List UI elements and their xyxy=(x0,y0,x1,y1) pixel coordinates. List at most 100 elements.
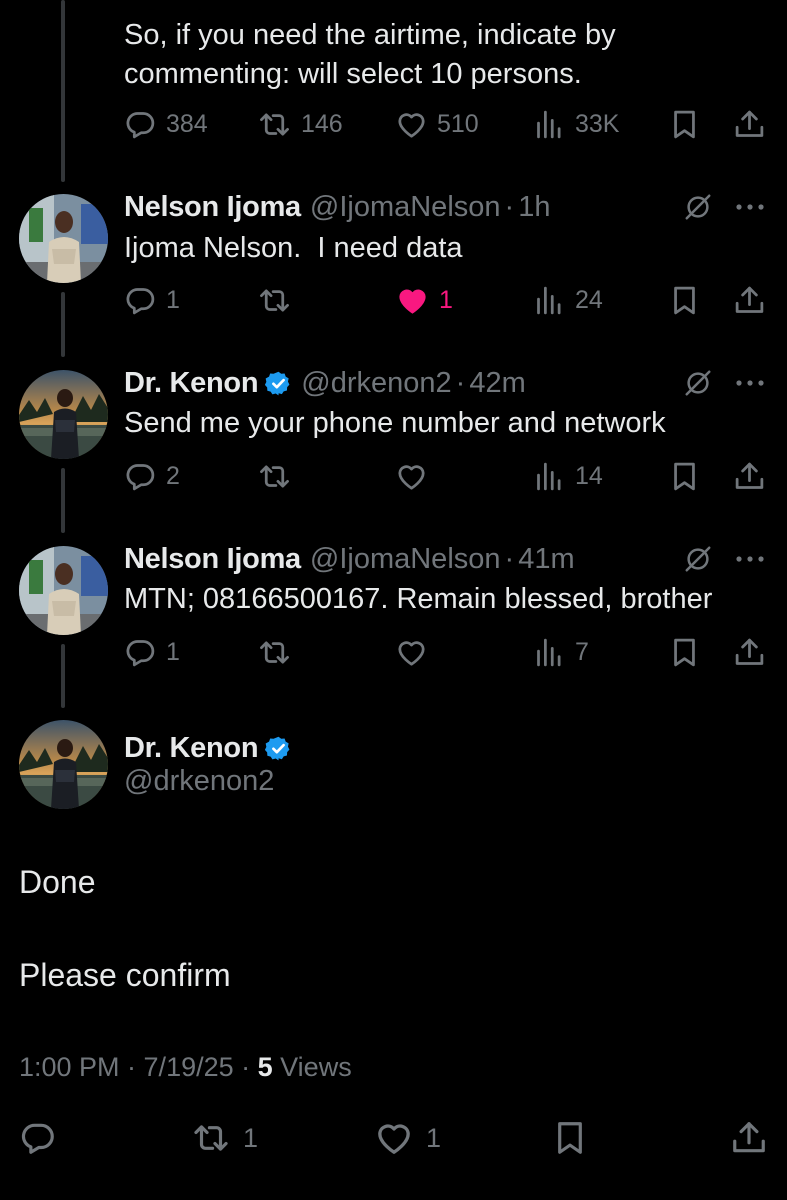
author-handle[interactable]: @drkenon2 xyxy=(124,765,274,798)
views-icon xyxy=(533,460,566,493)
author-name[interactable]: Nelson Ijoma xyxy=(124,543,301,576)
views-label: Views xyxy=(272,1052,352,1082)
like-icon xyxy=(374,1118,414,1158)
like-button[interactable] xyxy=(395,635,428,669)
separator-dot: · xyxy=(504,542,515,575)
author-name[interactable]: Nelson Ijoma xyxy=(124,191,301,224)
separator-dot: · xyxy=(504,190,515,223)
bookmark-button[interactable] xyxy=(668,459,701,493)
views-button[interactable]: 7 xyxy=(533,635,589,669)
like-button[interactable]: 1 xyxy=(374,1118,441,1158)
timestamp[interactable]: 42m xyxy=(469,367,525,400)
author-handle[interactable]: @drkenon2 xyxy=(301,367,451,400)
share-button[interactable] xyxy=(730,1118,768,1158)
views-count: 14 xyxy=(575,461,603,490)
repost-icon xyxy=(257,460,292,493)
views-button[interactable]: 24 xyxy=(533,283,603,317)
views-button[interactable]: 33K xyxy=(533,107,619,141)
share-button[interactable] xyxy=(733,107,766,141)
views-icon xyxy=(533,108,566,141)
share-button[interactable] xyxy=(733,459,766,493)
reply-header: Nelson Ijoma @IjomaNelson · 1h xyxy=(124,189,550,225)
reply-icon xyxy=(124,460,157,493)
share-icon xyxy=(733,284,766,317)
share-icon xyxy=(733,636,766,669)
bookmark-icon xyxy=(668,636,701,669)
more-icon[interactable] xyxy=(735,553,765,565)
reply-button[interactable] xyxy=(19,1118,57,1158)
bookmark-button[interactable] xyxy=(668,107,701,141)
repost-icon xyxy=(257,284,292,317)
like-icon xyxy=(395,460,428,493)
like-icon xyxy=(395,283,430,318)
author-handle[interactable]: @IjomaNelson xyxy=(310,191,501,224)
focal-text-paragraph-1: Done xyxy=(19,864,96,900)
bookmark-icon xyxy=(551,1119,589,1157)
views-button[interactable]: 14 xyxy=(533,459,603,493)
timestamp[interactable]: 1:00 PM · 7/19/25 · xyxy=(19,1052,258,1082)
repost-button[interactable] xyxy=(257,283,292,317)
grok-icon[interactable] xyxy=(683,368,713,398)
bookmark-icon xyxy=(668,284,701,317)
parent-tweet-text-line-1: So, if you need the airtime, indicate by xyxy=(124,19,616,51)
like-icon xyxy=(395,108,428,141)
bookmark-button[interactable] xyxy=(551,1118,589,1158)
grok-icon[interactable] xyxy=(683,192,713,222)
reply-button[interactable]: 384 xyxy=(124,107,208,141)
avatar[interactable] xyxy=(19,546,108,635)
like-button[interactable]: 1 xyxy=(395,283,453,317)
like-button[interactable] xyxy=(395,459,428,493)
reply-icon xyxy=(124,284,157,317)
bookmark-button[interactable] xyxy=(668,635,701,669)
views-icon xyxy=(533,636,566,669)
repost-button[interactable]: 146 xyxy=(257,107,343,141)
avatar[interactable] xyxy=(19,370,108,459)
verified-badge-icon xyxy=(265,370,292,397)
like-count: 1 xyxy=(426,1122,442,1153)
share-button[interactable] xyxy=(733,283,766,317)
avatar[interactable] xyxy=(19,720,108,809)
reply-text: Ijoma Nelson. I need data xyxy=(124,232,463,264)
reply-button[interactable]: 1 xyxy=(124,283,180,317)
reply-count: 1 xyxy=(166,285,180,314)
repost-button[interactable] xyxy=(257,635,292,669)
verified-badge-icon xyxy=(265,735,292,762)
more-icon[interactable] xyxy=(735,201,765,213)
avatar[interactable] xyxy=(19,194,108,283)
reply-button[interactable]: 1 xyxy=(124,635,180,669)
tweet-meta: 1:00 PM · 7/19/25 · 5 Views xyxy=(19,1052,352,1083)
parent-tweet-text-line-2: commenting: will select 10 persons. xyxy=(124,58,582,90)
timestamp[interactable]: 41m xyxy=(518,543,574,576)
repost-icon xyxy=(257,108,292,141)
author-handle[interactable]: @IjomaNelson xyxy=(310,543,501,576)
share-button[interactable] xyxy=(733,635,766,669)
reply-count: 1 xyxy=(166,637,180,666)
repost-count: 146 xyxy=(301,109,343,138)
share-icon xyxy=(733,460,766,493)
reply-button[interactable]: 2 xyxy=(124,459,180,493)
reply-count: 2 xyxy=(166,461,180,490)
reply-header: Dr. Kenon @drkenon2 · 42m xyxy=(124,365,526,401)
thread-line xyxy=(61,468,65,533)
bookmark-icon xyxy=(668,460,701,493)
reply-text: MTN; 08166500167. Remain blessed, brothe… xyxy=(124,583,713,615)
separator-dot: · xyxy=(455,366,466,399)
reply-header: Nelson Ijoma @IjomaNelson · 41m xyxy=(124,541,575,577)
author-name[interactable]: Dr. Kenon xyxy=(124,732,259,765)
grok-icon[interactable] xyxy=(683,544,713,574)
repost-button[interactable]: 1 xyxy=(191,1118,258,1158)
repost-button[interactable] xyxy=(257,459,292,493)
focal-text-paragraph-2: Please confirm xyxy=(19,957,231,993)
timestamp[interactable]: 1h xyxy=(518,191,550,224)
thread-line xyxy=(61,292,65,357)
reply-text: Send me your phone number and network xyxy=(124,407,666,439)
views-count: 7 xyxy=(575,637,589,666)
bookmark-button[interactable] xyxy=(668,283,701,317)
author-name[interactable]: Dr. Kenon xyxy=(124,367,259,400)
reply-icon xyxy=(19,1119,57,1157)
repost-icon xyxy=(191,1119,231,1157)
bookmark-icon xyxy=(668,108,701,141)
like-button[interactable]: 510 xyxy=(395,107,479,141)
more-icon[interactable] xyxy=(735,377,765,389)
thread-line xyxy=(61,644,65,708)
